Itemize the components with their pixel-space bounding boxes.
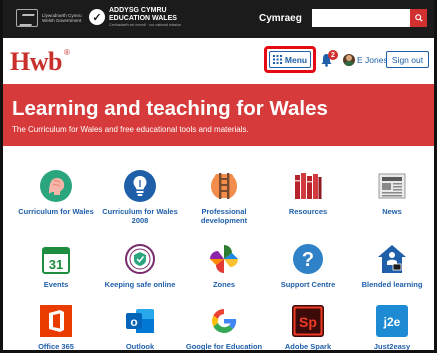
window-frame (0, 0, 437, 353)
